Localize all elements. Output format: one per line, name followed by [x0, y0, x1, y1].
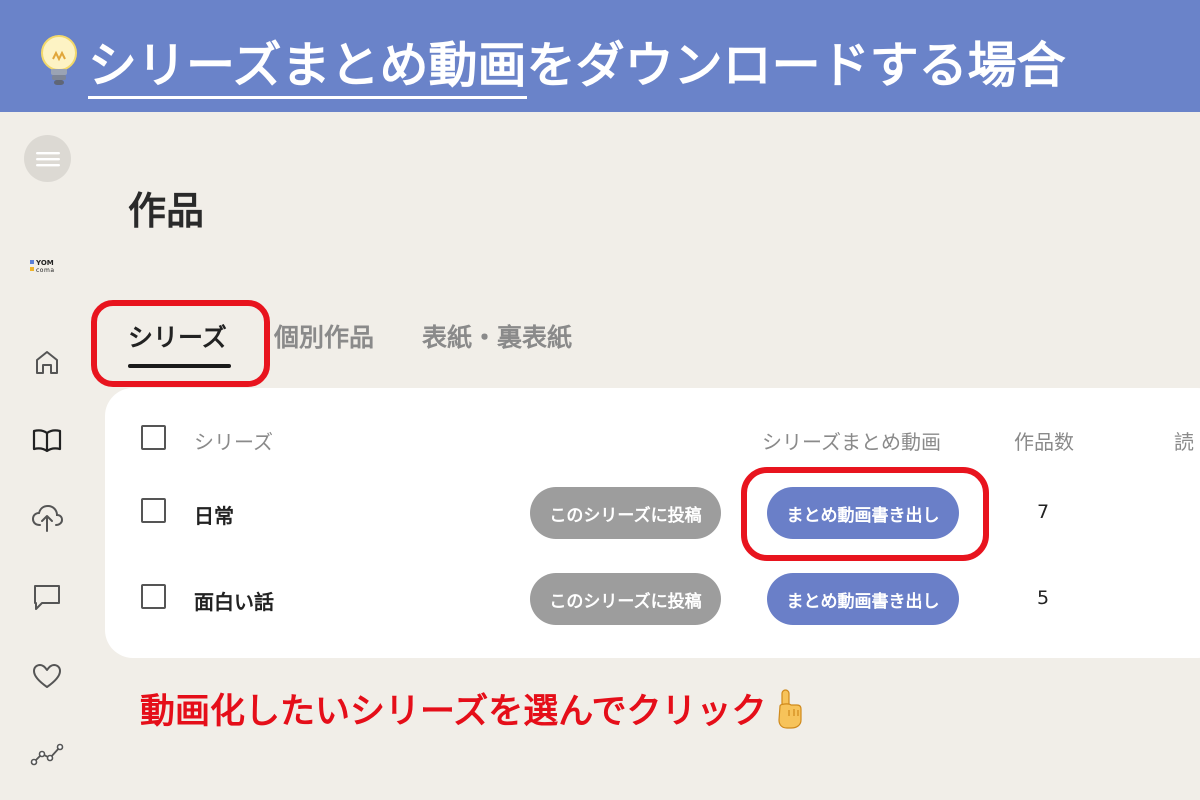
row-checkbox[interactable]: [141, 584, 166, 609]
sidebar-works[interactable]: [26, 419, 68, 461]
page-title: 作品: [128, 189, 205, 233]
export-summary-video-button[interactable]: まとめ動画書き出し: [767, 573, 959, 625]
yomcoma-logo[interactable]: YOM coma: [30, 258, 66, 278]
cloud-upload-icon: [31, 504, 63, 532]
instruction-callout: 動画化したいシリーズを選んでクリック: [140, 683, 807, 734]
column-header-work-count: 作品数: [1014, 430, 1074, 454]
chat-bubble-icon: [34, 585, 60, 610]
sidebar-upload[interactable]: [26, 497, 68, 539]
row-checkbox[interactable]: [141, 498, 166, 523]
work-count: 7: [1037, 501, 1050, 523]
tab-covers[interactable]: 表紙・裏表紙: [422, 318, 572, 354]
heart-icon: [33, 664, 61, 688]
callout-text: 動画化したいシリーズを選んでクリック: [140, 692, 767, 732]
home-icon: [36, 351, 58, 374]
book-icon: [32, 429, 62, 453]
column-header-series: シリーズ: [194, 430, 273, 454]
button-highlight-annotation: [741, 467, 989, 561]
header-banner: シリーズまとめ動画をダウンロードする場合: [0, 0, 1200, 112]
column-header-summary-video: シリーズまとめ動画: [762, 430, 941, 454]
analytics-icon: [30, 743, 64, 766]
logo-text-top: YOM: [36, 259, 54, 267]
sidebar-analytics[interactable]: [26, 733, 68, 775]
tab-individual-works[interactable]: 個別作品: [274, 318, 374, 354]
banner-title: シリーズまとめ動画をダウンロードする場合: [36, 26, 1066, 99]
banner-title-rest: をダウンロードする場合: [526, 36, 1066, 94]
series-name: 面白い話: [194, 590, 274, 614]
lightbulb-icon: [36, 31, 82, 91]
select-all-checkbox[interactable]: [141, 425, 166, 450]
column-header-reads: 読: [1174, 430, 1194, 454]
sidebar-favorites[interactable]: [26, 655, 68, 697]
work-count: 5: [1037, 587, 1050, 609]
sidebar-home[interactable]: [26, 341, 68, 383]
tab-highlight-annotation: [91, 300, 270, 387]
post-to-series-button[interactable]: このシリーズに投稿: [530, 487, 721, 539]
logo-text-bottom: coma: [36, 267, 55, 274]
series-name: 日常: [194, 504, 234, 528]
sidebar-messages[interactable]: [26, 576, 68, 618]
banner-title-underlined: シリーズまとめ動画: [88, 36, 527, 99]
menu-icon: [35, 151, 60, 166]
post-to-series-button[interactable]: このシリーズに投稿: [530, 573, 721, 625]
menu-button[interactable]: [24, 135, 71, 182]
pointing-hand-icon: [771, 688, 807, 730]
